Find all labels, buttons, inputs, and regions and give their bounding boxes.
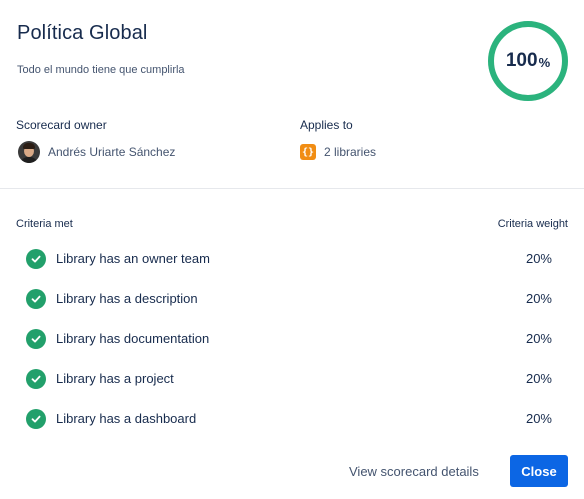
criteria-label: Library has a dashboard [56,411,197,426]
check-circle-icon [26,289,46,309]
owner-name: Andrés Uriarte Sánchez [48,145,176,159]
scorecard-title: Política Global [17,22,148,44]
scorecard-dialog: Política Global Todo el mundo tiene que … [0,0,584,499]
owner-user[interactable]: Andrés Uriarte Sánchez [18,141,175,163]
score-unit: % [538,55,551,70]
criteria-weight: 20% [525,371,552,386]
criteria-row: Library has an owner team 20% [0,239,584,279]
criteria-row: Library has documentation 20% [0,319,584,359]
check-circle-icon [26,329,46,349]
criteria-label: Library has documentation [56,331,210,346]
criteria-row: Library has a dashboard 20% [0,399,584,439]
applies-to-count: 2 libraries [324,145,377,159]
check-circle-icon [26,409,46,429]
owner-label: Scorecard owner [16,118,107,132]
applies-to-value[interactable]: {} 2 libraries [300,144,376,160]
close-button[interactable]: Close [510,455,568,487]
criteria-label: Library has a description [56,291,198,306]
check-circle-icon [26,249,46,269]
scorecard-description: Todo el mundo tiene que cumplirla [17,64,185,76]
criteria-list: Library has an owner team 20% Library ha… [0,239,584,439]
criteria-weight: 20% [525,251,552,266]
score-value: 100% [487,20,569,102]
criteria-row: Library has a description 20% [0,279,584,319]
divider [0,188,584,189]
applies-to-label: Applies to [300,118,353,132]
criteria-weight: 20% [525,411,552,426]
score-number: 100 [505,50,538,71]
criteria-label: Library has a project [56,371,174,386]
criteria-weight-header: Criteria weight [497,218,568,230]
library-icon: {} [300,144,316,160]
avatar [18,141,40,163]
check-circle-icon [26,369,46,389]
criteria-weight: 20% [525,291,552,306]
criteria-row: Library has a project 20% [0,359,584,399]
criteria-weight: 20% [525,331,552,346]
criteria-met-header: Criteria met [16,218,73,230]
criteria-label: Library has an owner team [56,251,210,266]
score-ring: 100% [487,20,569,102]
view-scorecard-details-button[interactable]: View scorecard details [349,464,479,479]
